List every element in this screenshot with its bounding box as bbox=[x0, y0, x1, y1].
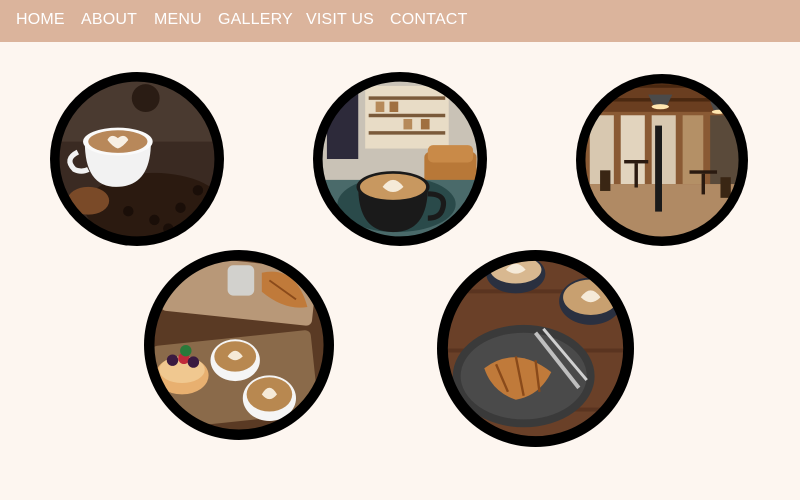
nav-contact-link[interactable]: CONTACT bbox=[390, 11, 468, 29]
gallery-photo-croissant-lattes[interactable] bbox=[437, 250, 634, 447]
nav-about-link[interactable]: ABOUT bbox=[81, 11, 137, 29]
nav-visit-us-link[interactable]: VISIT US bbox=[306, 11, 374, 29]
lattes-pastries-image bbox=[144, 250, 334, 440]
nav-menu-link[interactable]: MENU bbox=[154, 11, 202, 29]
gallery-photo-cafe-latte[interactable] bbox=[313, 72, 487, 246]
top-navbar: HOME ABOUT MENU GALLERY VISIT US CONTACT bbox=[0, 0, 800, 42]
cafe-latte-image bbox=[313, 72, 487, 246]
nav-gallery-link[interactable]: GALLERY bbox=[218, 11, 293, 29]
cafe-interior-image bbox=[576, 74, 748, 246]
gallery-photo-cafe-interior[interactable] bbox=[576, 74, 748, 246]
croissant-lattes-image bbox=[437, 250, 634, 447]
nav-home-link[interactable]: HOME bbox=[16, 11, 65, 29]
latte-cup-image bbox=[50, 72, 224, 246]
gallery-photo-latte-cup[interactable] bbox=[50, 72, 224, 246]
gallery-photo-lattes-pastries[interactable] bbox=[144, 250, 334, 440]
